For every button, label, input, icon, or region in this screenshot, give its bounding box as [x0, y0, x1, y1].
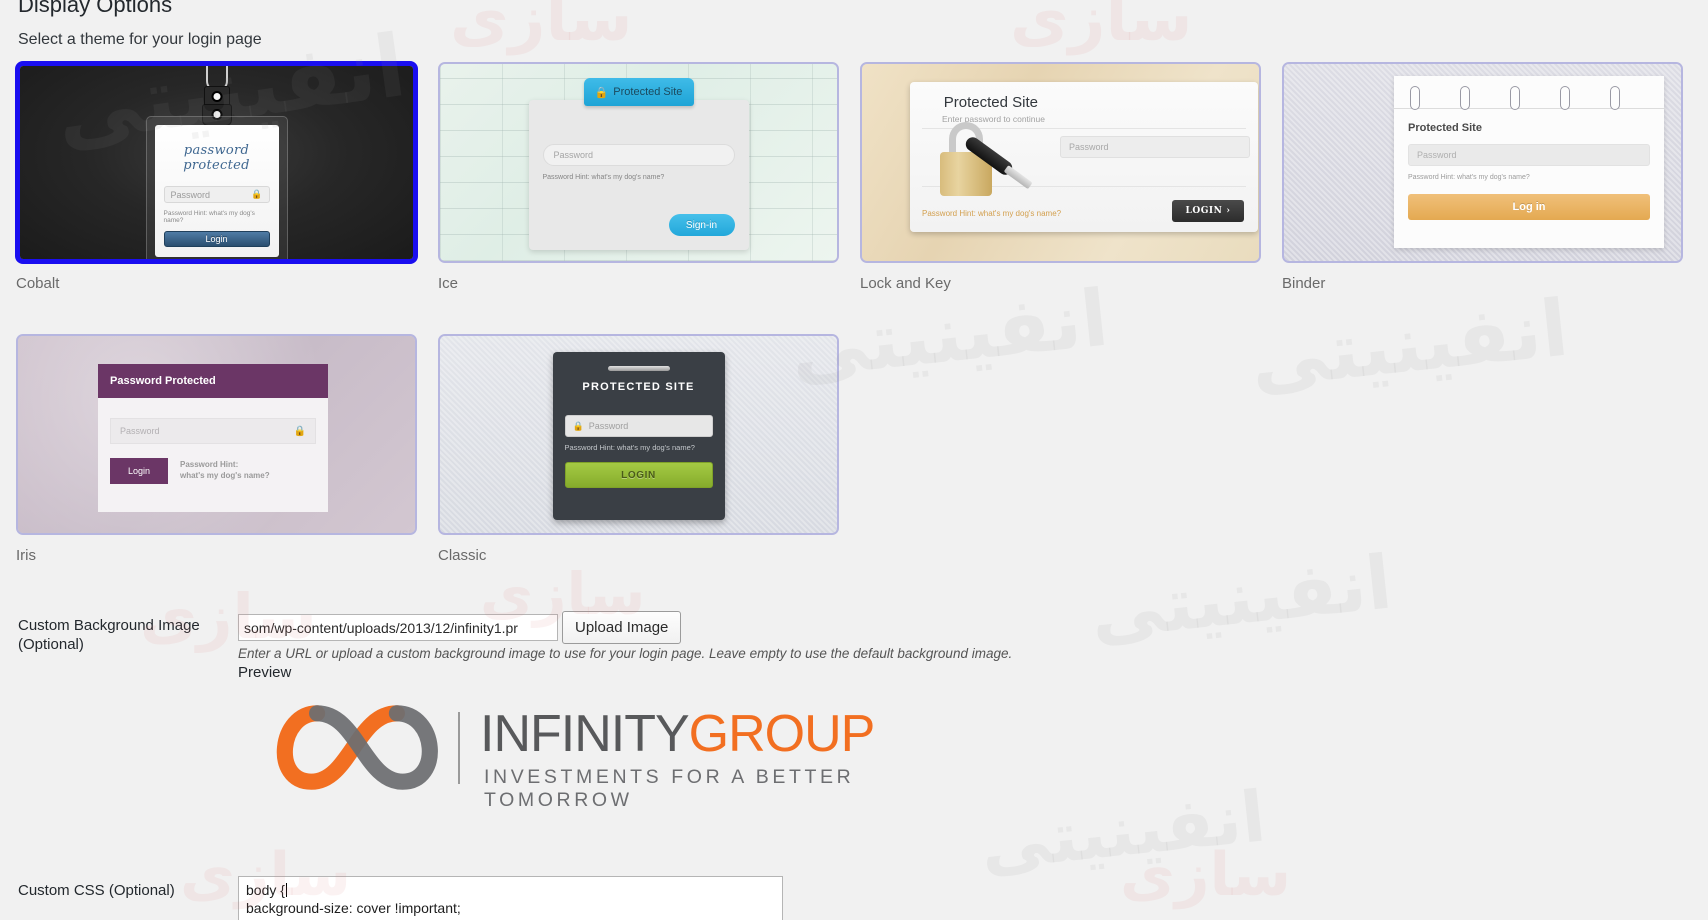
theme-row: Password Protected Password 🔒 Login Pass… — [16, 334, 1676, 564]
theme-label: Binder — [1282, 275, 1326, 292]
theme-thumbnail-iris[interactable]: Password Protected Password 🔒 Login Pass… — [16, 334, 417, 535]
chevron-right-icon: › — [1226, 206, 1231, 216]
lk-password-input[interactable]: Password — [1060, 136, 1250, 158]
theme-label: Classic — [438, 547, 487, 564]
watermark-text: انفینیتی — [976, 775, 1270, 887]
lock-and-key-card: Protected Site Enter password to continu… — [910, 82, 1258, 232]
theme-thumbnail-classic[interactable]: PROTECTED SITE 🔒 Password Password Hint:… — [438, 334, 839, 535]
cobalt-brand: password protected — [183, 143, 250, 173]
background-image-url-input[interactable] — [238, 614, 558, 641]
watermark-text: سازی — [450, 0, 633, 56]
theme-thumbnail-lock-and-key[interactable]: Protected Site Enter password to continu… — [860, 62, 1261, 263]
lk-title: Protected Site — [943, 94, 1038, 111]
background-image-label-line2: (Optional) — [18, 635, 84, 653]
text-caret — [285, 883, 287, 897]
lk-hint: Password Hint: what's my dog's name? — [922, 209, 1062, 218]
password-placeholder: Password — [1069, 142, 1109, 152]
background-image-preview: INFINITYGROUP INVESTMENTS FOR A BETTER T… — [262, 690, 982, 811]
display-options-page: انفینیتی سازی سازی انفینیتی انفینیتی ساز… — [0, 0, 1708, 920]
theme-option-binder[interactable]: Protected Site Password Password Hint: w… — [1282, 62, 1683, 292]
cobalt-hint: Password Hint: what's my dog's name? — [163, 210, 255, 225]
iris-password-input[interactable]: Password 🔒 — [110, 418, 316, 444]
logo-divider — [458, 712, 460, 784]
infinity-loop-icon — [276, 705, 438, 790]
lock-icon: 🔒 — [293, 425, 306, 437]
binder-hint: Password Hint: what's my dog's name? — [1408, 174, 1530, 181]
theme-thumbnail-ice[interactable]: 🔒 Protected Site Password Password Hint:… — [438, 62, 839, 263]
custom-css-line2: background-size: cover !important; — [246, 899, 461, 916]
lock-icon: 🔒 — [572, 420, 584, 431]
theme-thumbnail-binder[interactable]: Protected Site Password Password Hint: w… — [1282, 62, 1683, 263]
theme-cell-empty — [1279, 334, 1677, 564]
lk-login-label: LOGIN — [1185, 206, 1223, 216]
page-title: Display Options — [18, 0, 173, 17]
password-placeholder: Password — [120, 426, 160, 436]
cobalt-badge: password protected Password 🔒 Password H… — [145, 116, 288, 259]
watermark-text: سازی — [1120, 840, 1292, 910]
classic-hint: Password Hint: what's my dog's name? — [564, 443, 695, 452]
padlock-and-key-icon — [932, 122, 1015, 202]
binder-password-input[interactable]: Password — [1408, 144, 1650, 166]
theme-label: Lock and Key — [860, 275, 951, 292]
classic-slot — [607, 366, 670, 371]
password-placeholder: Password — [1417, 150, 1457, 160]
background-image-label: Custom Background Image (Optional) — [18, 617, 228, 655]
binder-rings-icon — [1394, 86, 1664, 110]
theme-row: password protected Password 🔒 Password H… — [16, 62, 1683, 292]
password-placeholder: Password — [170, 189, 211, 200]
background-image-description: Enter a URL or upload a custom backgroun… — [238, 646, 1013, 661]
custom-css-line1: body { — [246, 882, 285, 898]
lock-icon: 🔒 — [251, 189, 263, 200]
classic-password-input[interactable]: 🔒 Password — [564, 415, 713, 437]
theme-option-ice[interactable]: 🔒 Protected Site Password Password Hint:… — [438, 62, 839, 292]
password-placeholder: Password — [588, 421, 629, 431]
ice-hint: Password Hint: what's my dog's name? — [542, 174, 665, 181]
logo-name-part1: INFINITY — [480, 705, 690, 763]
logo-wordmark: INFINITYGROUP — [480, 705, 876, 763]
binder-login-button[interactable]: Log in — [1408, 194, 1650, 220]
classic-title: PROTECTED SITE — [582, 381, 695, 393]
iris-login-button[interactable]: Login — [110, 458, 168, 484]
custom-css-label: Custom CSS (Optional) — [18, 882, 175, 899]
theme-label: Iris — [16, 547, 36, 564]
ice-password-input[interactable]: Password — [542, 144, 735, 166]
lk-login-button[interactable]: LOGIN › — [1172, 200, 1244, 222]
ice-card: 🔒 Protected Site Password Password Hint:… — [528, 78, 749, 250]
cobalt-login-button[interactable]: Login — [163, 231, 270, 247]
iris-header: Password Protected — [98, 364, 328, 398]
ice-tab: 🔒 Protected Site — [583, 78, 694, 106]
password-placeholder: Password — [553, 150, 594, 160]
binder-card: Protected Site Password Password Hint: w… — [1394, 76, 1664, 248]
theme-option-lock-and-key[interactable]: Protected Site Enter password to continu… — [860, 62, 1261, 292]
theme-label: Ice — [438, 275, 459, 292]
upload-image-button[interactable]: Upload Image — [562, 611, 682, 644]
cobalt-password-input[interactable]: Password 🔒 — [163, 186, 270, 204]
ice-tab-title: Protected Site — [613, 86, 683, 98]
watermark-text: سازی — [1010, 0, 1193, 56]
theme-grid: password protected Password 🔒 Password H… — [16, 62, 1683, 606]
classic-login-button[interactable]: LOGIN — [564, 462, 713, 488]
ice-signin-button[interactable]: Sign-in — [668, 214, 735, 236]
theme-label: Cobalt — [16, 275, 60, 292]
iris-hint: Password Hint: what's my dog's name? — [180, 460, 270, 482]
background-image-label-line1: Custom Background Image — [18, 617, 200, 634]
binder-title: Protected Site — [1408, 122, 1482, 134]
iris-card: Password Protected Password 🔒 Login Pass… — [98, 364, 328, 512]
iris-hint-line2: what's my dog's name? — [180, 471, 270, 480]
theme-section-subtitle: Select a theme for your login page — [18, 31, 262, 48]
custom-css-textarea[interactable]: body {background-size: cover !important; — [238, 876, 783, 920]
lock-icon: 🔒 — [594, 86, 609, 99]
classic-card: PROTECTED SITE 🔒 Password Password Hint:… — [552, 352, 725, 520]
logo-name-part2: GROUP — [688, 705, 876, 763]
logo-tagline: INVESTMENTS FOR A BETTER TOMORROW — [484, 766, 855, 811]
theme-option-iris[interactable]: Password Protected Password 🔒 Login Pass… — [16, 334, 417, 564]
theme-option-cobalt[interactable]: password protected Password 🔒 Password H… — [16, 62, 417, 292]
iris-hint-line1: Password Hint: — [180, 460, 239, 470]
theme-cell-empty — [860, 334, 1258, 564]
preview-label: Preview — [238, 664, 292, 681]
theme-option-classic[interactable]: PROTECTED SITE 🔒 Password Password Hint:… — [438, 334, 839, 564]
theme-thumbnail-cobalt[interactable]: password protected Password 🔒 Password H… — [16, 62, 417, 263]
